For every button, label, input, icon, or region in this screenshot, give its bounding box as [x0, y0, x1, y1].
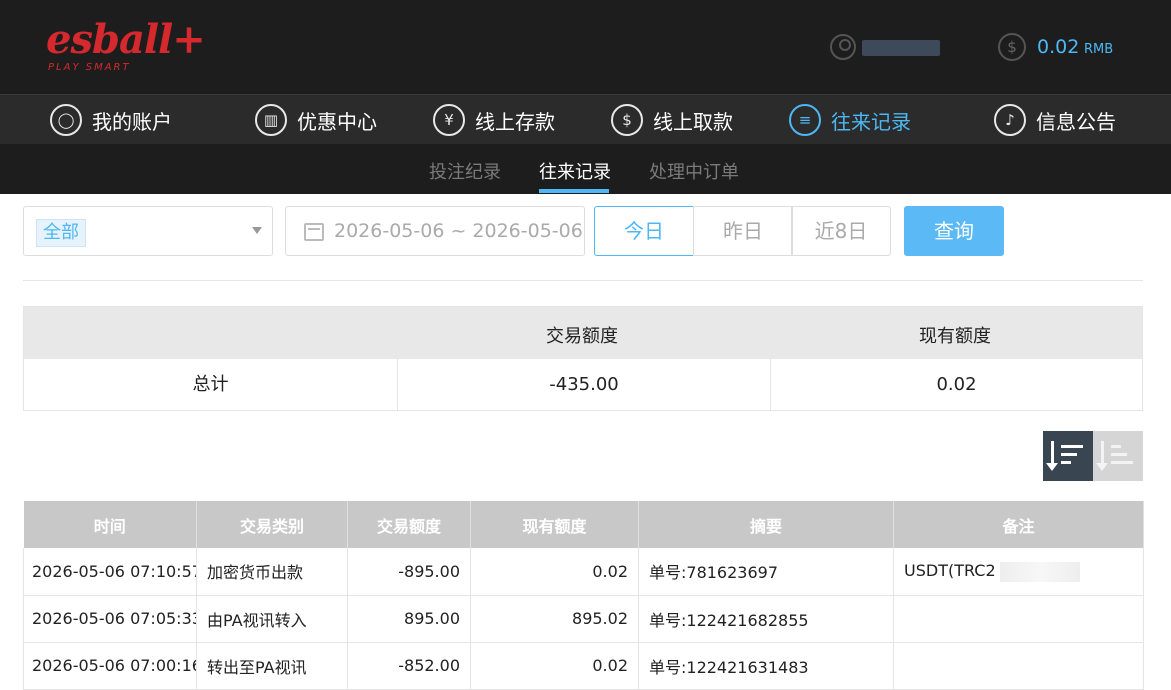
brand-logo[interactable]: esball+ PLAY SMART: [46, 16, 206, 76]
deposit-icon: ¥: [433, 104, 465, 136]
nav-announcements[interactable]: ♪ 信息公告: [994, 95, 1116, 145]
nav-deposit[interactable]: ¥ 线上存款: [433, 95, 555, 145]
type-select[interactable]: 全部: [23, 206, 273, 256]
sort-ascending-button[interactable]: [1093, 431, 1143, 481]
cell-balance: 895.02: [470, 595, 639, 643]
remark-text: USDT(TRC2: [904, 561, 996, 580]
bell-icon: ♪: [994, 104, 1026, 136]
date-range-value: 2026-05-06 ~ 2026-05-06: [334, 220, 583, 242]
nav-my-account[interactable]: ◯ 我的账户: [50, 95, 172, 145]
table-row: 2026-05-06 07:10:57 加密货币出款 -895.00 0.02 …: [23, 548, 1144, 596]
top-header: esball+ PLAY SMART $ 0.02 RMB: [0, 0, 1171, 94]
cell-time: 2026-05-06 07:00:16: [23, 642, 197, 690]
cell-summary: 单号:122421631483: [638, 642, 894, 690]
cell-time: 2026-05-06 07:05:33: [23, 595, 197, 643]
summary-table: 交易额度 现有额度 总计 -435.00 0.02: [23, 306, 1143, 411]
remark-redacted: [999, 561, 1080, 582]
column-header: 摘要: [638, 501, 894, 548]
date-range-picker[interactable]: 2026-05-06 ~ 2026-05-06: [285, 206, 585, 256]
table-row: 2026-05-06 07:05:33 由PA视讯转入 895.00 895.0…: [23, 595, 1144, 643]
cell-remark: [893, 595, 1144, 643]
active-tab-indicator: [539, 189, 609, 193]
cell-time: 2026-05-06 07:10:57: [23, 548, 197, 596]
main-nav: ◯ 我的账户 ▥ 优惠中心 ¥ 线上存款 $ 线上取款 ≡ 往来记录 ♪ 信息公…: [0, 94, 1171, 144]
nav-label: 往来记录: [831, 109, 911, 134]
user-icon: [830, 34, 856, 60]
column-header: 备注: [893, 501, 1144, 548]
nav-label: 我的账户: [92, 109, 172, 134]
divider: [23, 280, 1143, 281]
tab-bet-records[interactable]: 投注纪录: [429, 158, 501, 184]
balance-currency: RMB: [1084, 42, 1114, 57]
summary-header: 交易额度 现有额度: [24, 307, 1142, 359]
summary-header-amount: 交易额度: [546, 326, 618, 347]
nav-label: 信息公告: [1036, 109, 1116, 134]
tab-transaction-records[interactable]: 往来记录: [539, 158, 611, 184]
column-header: 现有额度: [470, 501, 639, 548]
records-table: 时间 交易类别 交易额度 现有额度 摘要 备注 2026-05-06 07:10…: [23, 501, 1144, 690]
quick-yesterday-button[interactable]: 昨日: [693, 206, 793, 256]
cell-summary: 单号:122421682855: [638, 595, 894, 643]
column-header: 交易额度: [347, 501, 471, 548]
column-header: 交易类别: [196, 501, 348, 548]
cell-amount: -895.00: [347, 548, 471, 596]
selected-type-chip: 全部: [36, 219, 86, 247]
cell-amount: 895.00: [347, 595, 471, 643]
user-icon: ◯: [50, 104, 82, 136]
column-header: 时间: [23, 501, 197, 548]
nav-records[interactable]: ≡ 往来记录: [789, 95, 911, 145]
nav-label: 线上存款: [475, 109, 555, 134]
cell-remark: USDT(TRC2: [893, 548, 1144, 596]
cell-summary: 单号:781623697: [638, 548, 894, 596]
balance-amount: 0.02: [1037, 36, 1080, 58]
summary-total-amount: -435.00: [397, 359, 770, 411]
nav-label: 优惠中心: [297, 109, 377, 134]
chevron-down-icon: [252, 227, 262, 234]
summary-total-balance: 0.02: [770, 359, 1142, 411]
cell-balance: 0.02: [470, 642, 639, 690]
query-button[interactable]: 查询: [904, 206, 1004, 256]
table-row: 2026-05-06 07:00:16 转出至PA视讯 -852.00 0.02…: [23, 642, 1144, 690]
sort-asc-icon: [1096, 441, 1108, 471]
dollar-coin-icon: $: [998, 33, 1026, 61]
sub-nav: 投注纪录 往来记录 处理中订单: [0, 144, 1171, 194]
cell-remark: [893, 642, 1144, 690]
record-icon: ≡: [789, 104, 821, 136]
quick-today-button[interactable]: 今日: [594, 206, 694, 256]
withdraw-icon: $: [611, 104, 643, 136]
quick-8days-button[interactable]: 近8日: [791, 206, 891, 256]
table-header-row: 时间 交易类别 交易额度 现有额度 摘要 备注: [23, 501, 1144, 548]
gift-icon: ▥: [255, 104, 287, 136]
sort-descending-button[interactable]: [1043, 431, 1093, 481]
sort-desc-icon: [1046, 441, 1058, 471]
nav-label: 线上取款: [653, 109, 733, 134]
user-account[interactable]: [830, 34, 950, 62]
cell-type: 加密货币出款: [196, 548, 348, 596]
nav-withdraw[interactable]: $ 线上取款: [611, 95, 733, 145]
cell-type: 由PA视讯转入: [196, 595, 348, 643]
cell-balance: 0.02: [470, 548, 639, 596]
brand-name: esball+: [46, 16, 206, 63]
summary-total-label: 总计: [192, 374, 229, 395]
cell-amount: -852.00: [347, 642, 471, 690]
cell-type: 转出至PA视讯: [196, 642, 348, 690]
brand-tagline: PLAY SMART: [48, 62, 131, 73]
nav-promotions[interactable]: ▥ 优惠中心: [255, 95, 377, 145]
calendar-icon: [304, 223, 324, 241]
username-redacted: [862, 40, 940, 56]
tab-pending-orders[interactable]: 处理中订单: [649, 158, 739, 184]
summary-header-balance: 现有额度: [919, 326, 991, 347]
